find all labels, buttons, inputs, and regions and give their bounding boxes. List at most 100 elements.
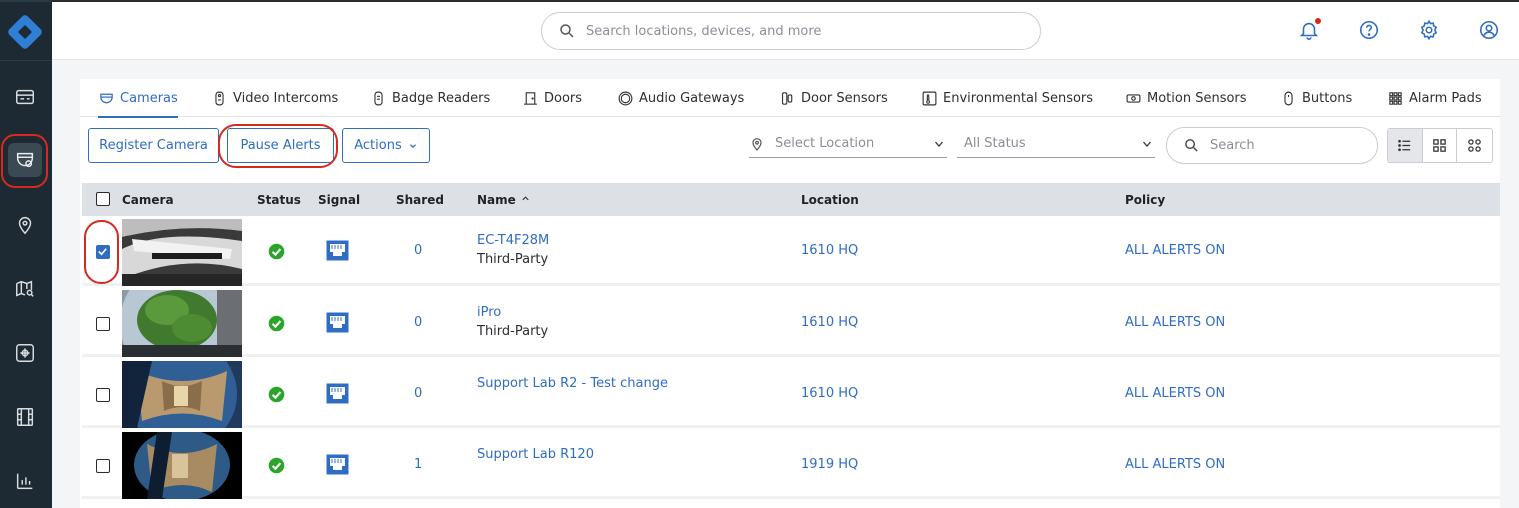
list-view-button[interactable] bbox=[1388, 129, 1423, 162]
sidebar-item-device-hub[interactable] bbox=[8, 336, 42, 370]
row-checkbox[interactable] bbox=[96, 388, 110, 402]
sidebar-item-reports[interactable] bbox=[8, 464, 42, 498]
camera-type: Third-Party bbox=[477, 252, 549, 267]
column-location[interactable]: Location bbox=[801, 193, 859, 207]
chevron-down-icon bbox=[1143, 141, 1151, 147]
actions-label: Actions bbox=[354, 138, 402, 153]
camera-name-link[interactable]: Support Lab R2 - Test change bbox=[477, 376, 668, 391]
highlight-ring bbox=[1, 134, 48, 188]
settings-button[interactable] bbox=[1418, 19, 1440, 41]
tile-grid-icon bbox=[1468, 139, 1481, 152]
app-logo[interactable] bbox=[7, 14, 43, 50]
tile-view-button[interactable] bbox=[1457, 129, 1492, 162]
highlight-ring bbox=[218, 124, 338, 168]
camera-name-link[interactable]: iPro bbox=[477, 305, 501, 320]
tab-doors[interactable]: Doors bbox=[522, 79, 582, 117]
column-status[interactable]: Status bbox=[257, 193, 301, 207]
ethernet-icon bbox=[326, 454, 349, 475]
camera-search[interactable] bbox=[1166, 127, 1378, 164]
list-icon bbox=[1398, 139, 1411, 152]
dashboard-icon bbox=[16, 89, 34, 105]
camera-name-link[interactable]: Support Lab R120 bbox=[477, 447, 594, 462]
global-search-input[interactable] bbox=[586, 23, 1006, 39]
table-row[interactable]: 0 iPro Third-Party 1610 HQ ALL ALERTS ON bbox=[82, 289, 1500, 357]
status-online-icon bbox=[268, 386, 285, 403]
motion-sensor-icon bbox=[1126, 93, 1141, 103]
location-link[interactable]: 1610 HQ bbox=[801, 243, 858, 258]
device-tabs: Cameras Video Intercoms Badge Readers Do… bbox=[80, 79, 1500, 118]
actions-dropdown[interactable]: Actions bbox=[342, 128, 430, 163]
tab-label: Door Sensors bbox=[801, 90, 888, 106]
tab-label: Video Intercoms bbox=[233, 90, 339, 106]
column-shared[interactable]: Shared bbox=[396, 193, 444, 207]
table-row[interactable]: 0 Support Lab R2 - Test change 1610 HQ A… bbox=[82, 360, 1500, 428]
camera-thumbnail[interactable] bbox=[122, 219, 242, 286]
notifications-button[interactable] bbox=[1298, 18, 1321, 41]
camera-name-link[interactable]: EC-T4F28M bbox=[477, 233, 549, 248]
location-link[interactable]: 1919 HQ bbox=[801, 457, 858, 472]
location-link[interactable]: 1610 HQ bbox=[801, 315, 858, 330]
notification-dot bbox=[1315, 18, 1321, 24]
camera-thumbnail[interactable] bbox=[122, 432, 242, 499]
camera-search-input[interactable] bbox=[1210, 138, 1360, 153]
global-search[interactable] bbox=[541, 12, 1041, 50]
policy-link[interactable]: ALL ALERTS ON bbox=[1125, 243, 1225, 258]
register-camera-button[interactable]: Register Camera bbox=[88, 128, 219, 163]
tab-door-sensors[interactable]: Door Sensors bbox=[779, 79, 888, 117]
shared-count[interactable]: 1 bbox=[414, 457, 422, 472]
column-camera: Camera bbox=[122, 193, 174, 207]
sort-ascending-icon bbox=[522, 196, 529, 201]
column-policy[interactable]: Policy bbox=[1125, 193, 1165, 207]
tab-label: Cameras bbox=[120, 90, 178, 106]
column-name-label: Name bbox=[477, 193, 516, 207]
row-checkbox[interactable] bbox=[96, 317, 110, 331]
sidebar-item-map[interactable] bbox=[8, 272, 42, 306]
table-row[interactable]: 1 Support Lab R120 1919 HQ ALL ALERTS ON bbox=[82, 431, 1500, 499]
tab-motion-sensors[interactable]: Motion Sensors bbox=[1125, 79, 1247, 117]
profile-button[interactable] bbox=[1478, 19, 1500, 41]
column-signal[interactable]: Signal bbox=[318, 193, 360, 207]
policy-link[interactable]: ALL ALERTS ON bbox=[1125, 457, 1225, 472]
ethernet-icon bbox=[326, 240, 349, 261]
tab-buttons[interactable]: Buttons bbox=[1280, 79, 1352, 117]
tab-audio-gateways[interactable]: Audio Gateways bbox=[617, 79, 744, 117]
tab-label: Doors bbox=[544, 90, 583, 106]
location-link[interactable]: 1610 HQ bbox=[801, 386, 858, 401]
search-icon bbox=[560, 24, 574, 38]
row-checkbox[interactable] bbox=[96, 459, 110, 473]
camera-thumbnail[interactable] bbox=[122, 361, 242, 428]
tab-alarm-pads[interactable]: Alarm Pads bbox=[1387, 79, 1482, 117]
ethernet-icon bbox=[326, 312, 349, 333]
help-icon bbox=[1359, 20, 1379, 40]
camera-thumbnail[interactable] bbox=[122, 290, 242, 357]
shared-count[interactable]: 0 bbox=[414, 315, 422, 330]
sidebar-item-dashboard[interactable] bbox=[8, 80, 42, 114]
policy-link[interactable]: ALL ALERTS ON bbox=[1125, 386, 1225, 401]
select-all-checkbox[interactable] bbox=[96, 192, 110, 206]
table-row[interactable]: 0 EC-T4F28M Third-Party 1610 HQ ALL ALER… bbox=[82, 218, 1500, 286]
tab-video-intercoms[interactable]: Video Intercoms bbox=[211, 79, 338, 117]
policy-link[interactable]: ALL ALERTS ON bbox=[1125, 315, 1225, 330]
sidebar-item-locations[interactable] bbox=[8, 208, 42, 242]
help-button[interactable] bbox=[1358, 19, 1380, 41]
grid-view-button[interactable] bbox=[1423, 129, 1458, 162]
sidebar-item-video[interactable] bbox=[8, 400, 42, 434]
chevron-down-icon bbox=[935, 141, 943, 147]
table-row[interactable] bbox=[82, 502, 1500, 508]
status-online-icon bbox=[268, 243, 285, 260]
location-select[interactable]: Select Location bbox=[749, 130, 947, 158]
camera-toolbar: Register Camera Pause Alerts Actions Sel… bbox=[80, 118, 1500, 182]
shared-count[interactable]: 0 bbox=[414, 386, 422, 401]
status-select[interactable]: All Status bbox=[957, 130, 1155, 158]
camera-icon bbox=[100, 93, 113, 103]
camera-thumbnail[interactable] bbox=[122, 503, 242, 508]
shared-count[interactable]: 0 bbox=[414, 243, 422, 258]
tab-environmental-sensors[interactable]: Environmental Sensors bbox=[921, 79, 1093, 117]
door-sensor-icon bbox=[781, 91, 793, 105]
table-header: Camera Status Signal Shared Name Locatio… bbox=[82, 183, 1500, 216]
tab-cameras[interactable]: Cameras bbox=[98, 79, 178, 118]
tab-badge-readers[interactable]: Badge Readers bbox=[370, 79, 490, 117]
column-name[interactable]: Name bbox=[477, 193, 531, 207]
tab-label: Environmental Sensors bbox=[943, 90, 1094, 106]
device-hub-icon bbox=[16, 344, 34, 362]
